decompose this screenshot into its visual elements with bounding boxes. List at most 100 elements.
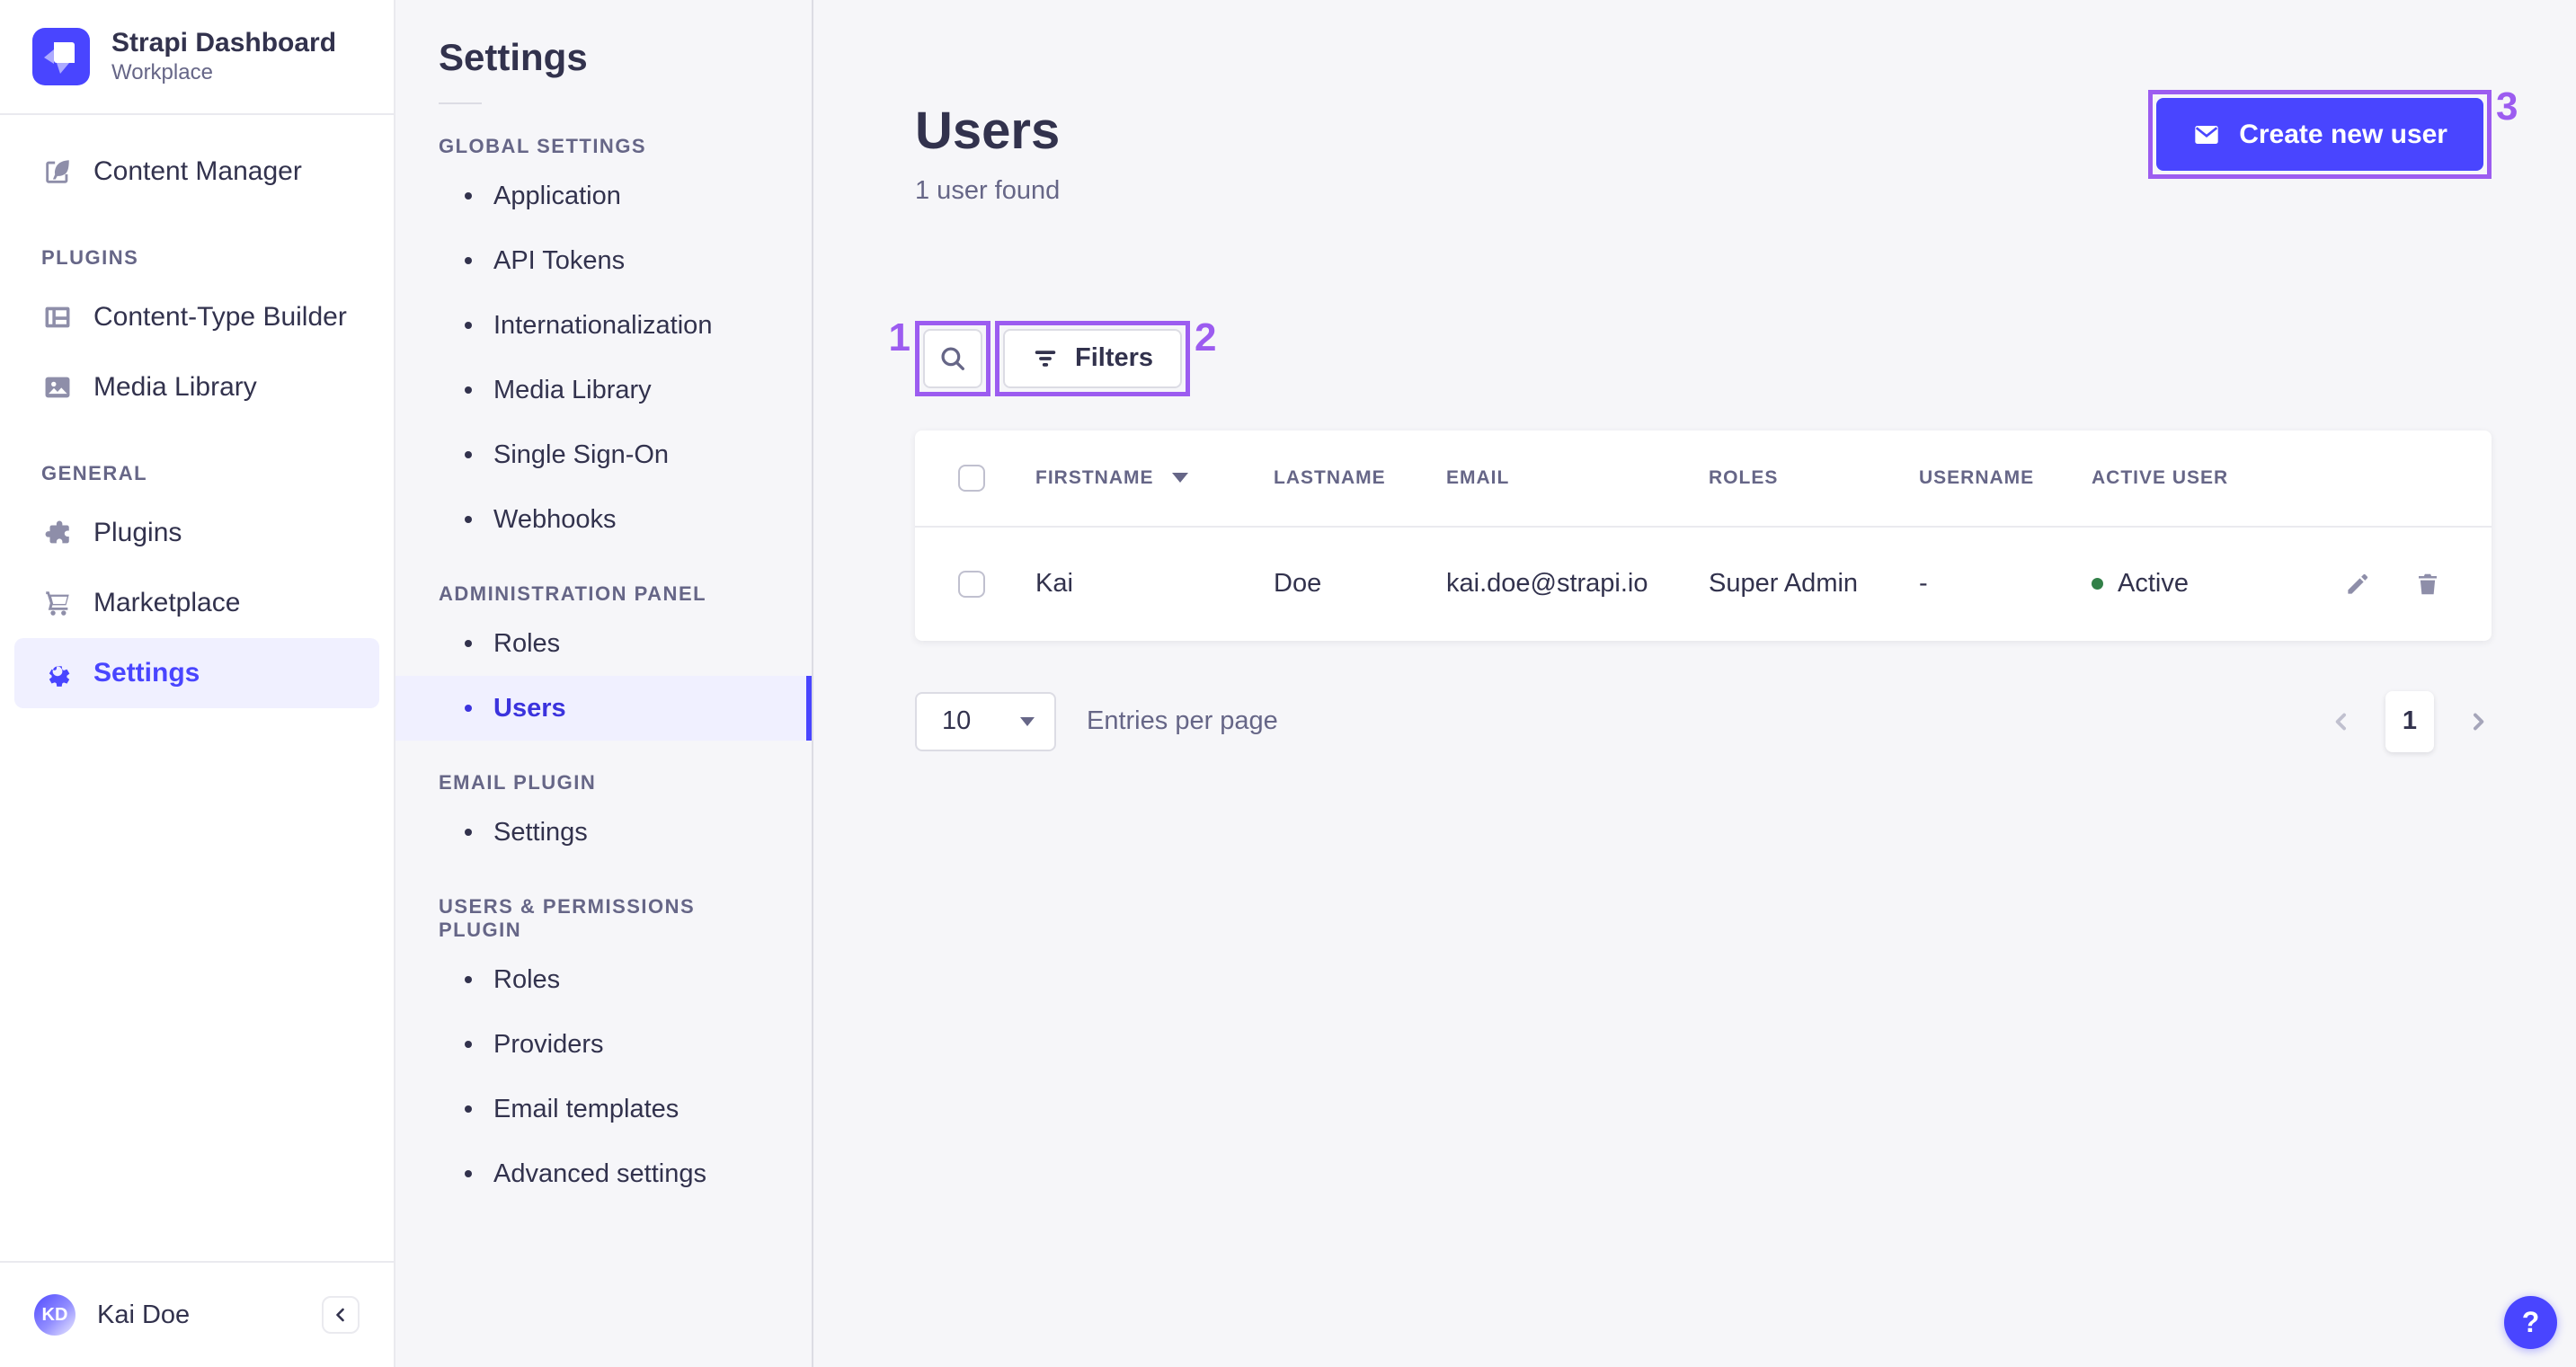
subnav-item-up-providers[interactable]: Providers: [395, 1012, 812, 1077]
media-library-icon: [41, 371, 74, 404]
workspace-brand[interactable]: Strapi Dashboard Workplace: [0, 0, 394, 115]
column-header-email: EMAIL: [1446, 466, 1510, 488]
user-count-label: 1 user found: [915, 175, 1061, 205]
create-new-user-button[interactable]: Create new user: [2156, 98, 2483, 171]
subnav-section-email-plugin: EMAIL PLUGIN: [439, 771, 597, 794]
cell-firstname: Kai: [1035, 569, 1073, 599]
filters-button-label: Filters: [1075, 343, 1154, 373]
subnav-item-webhooks[interactable]: Webhooks: [395, 487, 812, 552]
page-navigation: 1: [2328, 690, 2492, 752]
sidebar-item-content-type-builder[interactable]: Content-Type Builder: [14, 282, 379, 352]
annotation-label-1: 1: [888, 315, 910, 360]
subnav-item-admin-roles[interactable]: Roles: [395, 611, 812, 676]
sidebar-item-content-manager[interactable]: Content Manager: [14, 137, 379, 207]
cell-email: kai.doe@strapi.io: [1446, 569, 1648, 599]
pencil-icon: [2344, 571, 2371, 598]
column-header-username: USERNAME: [1919, 466, 2035, 488]
column-header-roles: ROLES: [1709, 466, 1779, 488]
edit-user-button[interactable]: [2344, 571, 2371, 598]
collapse-sidebar-button[interactable]: [322, 1296, 360, 1334]
sidebar-item-settings[interactable]: Settings: [14, 638, 379, 708]
active-status-label: Active: [2118, 569, 2189, 599]
main-sidebar: Strapi Dashboard Workplace Content Manag…: [0, 0, 395, 1367]
previous-page-button[interactable]: [2328, 708, 2355, 735]
user-avatar[interactable]: KD: [34, 1294, 76, 1336]
subnav-item-up-advanced-settings[interactable]: Advanced settings: [395, 1141, 812, 1206]
users-page: Users 1 user found 3 Create new user 1 2…: [813, 0, 2576, 1367]
strapi-logo-icon: [32, 28, 90, 85]
page-1-button[interactable]: 1: [2385, 690, 2434, 752]
sidebar-item-label: Marketplace: [93, 588, 241, 617]
subnav-item-single-sign-on[interactable]: Single Sign-On: [395, 422, 812, 487]
content-type-builder-icon: [41, 301, 74, 333]
page-header: Users 1 user found 3 Create new user: [915, 87, 2518, 206]
workspace-subtitle: Workplace: [111, 60, 213, 84]
users-table: FIRSTNAME LASTNAME EMAIL ROLES USERNAME …: [915, 430, 2492, 641]
subnav-item-admin-users[interactable]: Users: [395, 676, 812, 741]
annotation-label-2: 2: [1195, 315, 1217, 360]
sidebar-item-marketplace[interactable]: Marketplace: [14, 568, 379, 638]
marketplace-icon: [41, 587, 74, 619]
sidebar-section-general: GENERAL: [41, 462, 148, 484]
sort-caret-icon: [1171, 473, 1188, 484]
table-header-row: FIRSTNAME LASTNAME EMAIL ROLES USERNAME …: [915, 431, 2492, 528]
settings-icon: [41, 657, 74, 689]
subnav-item-up-roles[interactable]: Roles: [395, 947, 812, 1012]
subnav-section-users-permissions-plugin: USERS & PERMISSIONS PLUGIN: [439, 895, 696, 941]
select-all-checkbox[interactable]: [958, 464, 985, 492]
active-status-badge: Active: [2092, 569, 2279, 599]
subnav-item-up-email-templates[interactable]: Email templates: [395, 1077, 812, 1141]
search-icon: [937, 343, 968, 374]
entries-per-page-select[interactable]: 10: [915, 691, 1056, 751]
column-header-lastname: LASTNAME: [1274, 466, 1386, 488]
subnav-divider: [439, 102, 482, 104]
sidebar-footer: KD Kai Doe: [0, 1261, 394, 1367]
filter-icon: [1032, 345, 1059, 372]
pagination-bar: 10 Entries per page 1: [915, 690, 2492, 752]
filters-button[interactable]: Filters: [1003, 328, 1183, 388]
annotation-label-3: 3: [2496, 84, 2518, 129]
entries-per-page-value: 10: [942, 706, 972, 736]
subnav-item-application[interactable]: Application: [395, 164, 812, 228]
mail-icon: [2192, 120, 2221, 149]
column-header-firstname[interactable]: FIRSTNAME: [1035, 467, 1274, 489]
cell-lastname: Doe: [1274, 569, 1322, 599]
subnav-item-media-library[interactable]: Media Library: [395, 358, 812, 422]
row-checkbox[interactable]: [958, 570, 985, 598]
table-row[interactable]: Kai Doe kai.doe@strapi.io Super Admin - …: [915, 528, 2492, 641]
delete-user-button[interactable]: [2414, 571, 2441, 598]
settings-subnav: Settings GLOBAL SETTINGS Application API…: [395, 0, 813, 1367]
search-button[interactable]: [923, 328, 982, 388]
create-new-user-label: Create new user: [2239, 119, 2447, 149]
workspace-title: Strapi Dashboard: [111, 28, 337, 58]
sidebar-item-label: Content Manager: [93, 156, 302, 186]
help-button[interactable]: ?: [2504, 1296, 2557, 1349]
column-header-active-user: ACTIVE USER: [2092, 466, 2229, 488]
table-actions-row: 1 2 Filters: [889, 317, 2492, 396]
sidebar-item-label: Settings: [93, 658, 200, 688]
sidebar-item-media-library[interactable]: Media Library: [14, 352, 379, 422]
cell-roles: Super Admin: [1709, 569, 1859, 599]
brand-text: Strapi Dashboard Workplace: [111, 27, 336, 86]
sidebar-item-plugins[interactable]: Plugins: [14, 498, 379, 568]
subnav-item-email-settings[interactable]: Settings: [395, 800, 812, 865]
chevron-left-icon: [330, 1304, 351, 1326]
chevron-right-icon: [2465, 708, 2492, 735]
subnav-item-internationalization[interactable]: Internationalization: [395, 293, 812, 358]
annotation-box-2: 2 Filters: [995, 317, 1217, 396]
entries-per-page-label: Entries per page: [1087, 706, 1278, 736]
subnav-section-administration-panel: ADMINISTRATION PANEL: [439, 582, 707, 605]
subnav-item-api-tokens[interactable]: API Tokens: [395, 228, 812, 293]
content-manager-icon: [41, 155, 74, 188]
next-page-button[interactable]: [2465, 708, 2492, 735]
plugins-icon: [41, 517, 74, 549]
active-status-dot: [2092, 578, 2103, 590]
page-title: Users: [915, 102, 1061, 160]
chevron-down-icon: [1020, 716, 1035, 726]
cell-username: -: [1919, 569, 1928, 599]
sidebar-item-label: Plugins: [93, 518, 182, 547]
trash-icon: [2414, 571, 2441, 598]
user-name: Kai Doe: [97, 1300, 191, 1329]
sidebar-item-label: Media Library: [93, 372, 257, 402]
annotation-box-3: 3 Create new user: [2148, 87, 2518, 179]
